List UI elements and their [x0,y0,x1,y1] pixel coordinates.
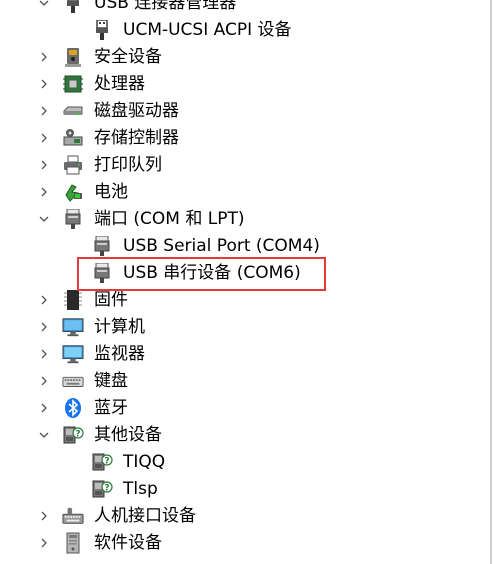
monitor-icon [62,343,84,365]
chevron-right-icon[interactable] [37,509,51,523]
chevron-right-icon[interactable] [37,536,51,550]
tree-category[interactable]: 软件设备 [0,530,489,557]
tree-category[interactable]: USB 连接器管理器 [0,0,489,17]
tree-category[interactable]: 打印队列 [0,152,489,179]
chevron-right-icon[interactable] [37,131,51,145]
tree-category[interactable]: 监视器 [0,341,489,368]
tree-label: 键盘 [94,371,128,391]
chevron-right-icon[interactable] [37,293,51,307]
tree-category[interactable]: 存储控制器 [0,125,489,152]
tree-category[interactable]: 处理器 [0,71,489,98]
highlight-box [77,257,326,291]
keyboard-icon [62,370,84,392]
bluetooth-icon [62,397,84,419]
usb-connector-icon [62,0,84,14]
firmware-chip-icon [62,289,84,311]
security-key-icon [62,46,84,68]
tree-label: 安全设备 [94,47,162,67]
window-edge [490,0,492,564]
software-device-icon [62,532,84,554]
processor-chip-icon [62,73,84,95]
tree-category[interactable]: 键盘 [0,368,489,395]
chevron-down-icon[interactable] [37,428,51,442]
chevron-right-icon[interactable] [37,401,51,415]
svg-text:?: ? [104,484,109,494]
port-connector-icon [62,208,84,230]
tree-label: 计算机 [94,317,145,337]
tree-label: TIQQ [123,452,166,472]
tree-category[interactable]: 端口 (COM 和 LPT) [0,206,489,233]
chevron-right-icon[interactable] [37,185,51,199]
tree-label: 存储控制器 [94,128,179,148]
tree-label: 蓝牙 [94,398,128,418]
printer-icon [62,154,84,176]
disk-drive-icon [62,100,84,122]
tree-label: Tlsp [123,479,158,499]
chevron-right-icon[interactable] [37,77,51,91]
tree-category[interactable]: ? 其他设备 [0,422,489,449]
storage-controller-icon [62,127,84,149]
usb-connector-icon [91,19,113,41]
battery-icon [62,181,84,203]
tree-label: 人机接口设备 [94,506,196,526]
chevron-right-icon[interactable] [37,104,51,118]
unknown-device-icon: ? [91,451,113,473]
tree-label: 固件 [94,290,128,310]
chevron-right-icon[interactable] [37,158,51,172]
tree-category[interactable]: 安全设备 [0,44,489,71]
tree-label: USB Serial Port (COM4) [123,236,320,256]
chevron-down-icon[interactable] [37,0,51,10]
chevron-right-icon[interactable] [37,320,51,334]
tree-category[interactable]: 蓝牙 [0,395,489,422]
chevron-down-icon[interactable] [37,212,51,226]
tree-label: 端口 (COM 和 LPT) [94,209,245,229]
tree-category[interactable]: 人机接口设备 [0,503,489,530]
svg-text:?: ? [104,457,109,467]
unknown-device-icon: ? [91,478,113,500]
tree-label: USB 连接器管理器 [94,0,237,13]
tree-label: UCM-UCSI ACPI 设备 [123,20,292,40]
tree-device[interactable]: ? TIQQ [0,449,489,476]
port-connector-icon [91,235,113,257]
tree-label: 打印队列 [94,155,162,175]
tree-label: 处理器 [94,74,145,94]
tree-device[interactable]: ? Tlsp [0,476,489,503]
tree-label: 电池 [94,182,128,202]
tree-label: 监视器 [94,344,145,364]
tree-label: 磁盘驱动器 [94,101,179,121]
tree-category[interactable]: 计算机 [0,314,489,341]
tree-category[interactable]: 磁盘驱动器 [0,98,489,125]
tree-category[interactable]: 电池 [0,179,489,206]
tree-device[interactable]: USB Serial Port (COM4) [0,233,489,260]
computer-monitor-icon [62,316,84,338]
tree-label: 软件设备 [94,533,162,553]
svg-text:?: ? [75,430,80,440]
chevron-right-icon[interactable] [37,50,51,64]
tree-device[interactable]: UCM-UCSI ACPI 设备 [0,17,489,44]
chevron-right-icon[interactable] [37,374,51,388]
unknown-device-icon: ? [62,424,84,446]
tree-label: 其他设备 [94,425,162,445]
hid-keyboard-icon [62,505,84,527]
chevron-right-icon[interactable] [37,347,51,361]
tree-category[interactable]: 固件 [0,287,489,314]
